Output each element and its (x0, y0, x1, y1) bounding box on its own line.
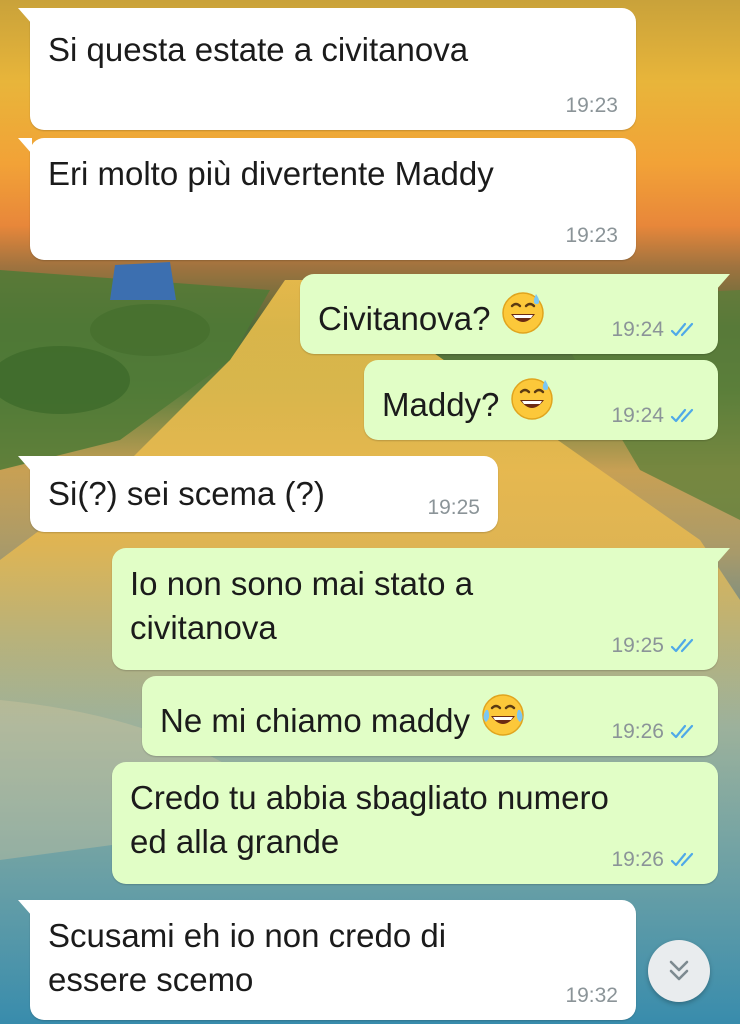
message-line: Si(?) sei scema (?) (48, 475, 325, 512)
read-receipt-icon (670, 408, 694, 423)
message-meta: 19:25 (427, 496, 480, 520)
message-text: Io non sono mai stato a civitanova (130, 562, 473, 650)
read-receipt-icon (670, 638, 694, 653)
message-time: 19:23 (565, 94, 618, 117)
outgoing-message[interactable]: Civitanova? 19:24 (300, 274, 730, 354)
message-text: Scusami eh io non credo di essere scemo (48, 914, 446, 1002)
message-line: Scusami eh io non credo di (48, 917, 447, 954)
message-line: ed alla grande (130, 823, 340, 860)
outgoing-message[interactable]: Credo tu abbia sbagliato numero ed alla g… (112, 762, 718, 884)
message-line: Eri molto più divertente Maddy (48, 155, 494, 192)
message-time: 19:32 (565, 984, 618, 1007)
message-text: Eri molto più divertente Maddy (48, 152, 494, 196)
read-receipt-icon (670, 852, 694, 867)
message-line: Credo tu abbia sbagliato numero (130, 779, 609, 816)
message-meta: 19:24 (611, 404, 700, 428)
message-text: Si questa estate a civitanova (48, 28, 468, 72)
message-meta: 19:25 (611, 634, 700, 658)
double-chevron-down-icon (669, 960, 689, 981)
incoming-message[interactable]: Eri molto più divertente Maddy 19:23 (18, 138, 636, 260)
message-text: Maddy? (382, 376, 555, 427)
message-time: 19:23 (565, 224, 618, 247)
message-text: Civitanova? (318, 290, 546, 341)
outgoing-message[interactable]: Io non sono mai stato a civitanova 19:25 (112, 548, 730, 670)
message-line: Maddy? (382, 386, 500, 423)
message-time: 19:26 (611, 848, 664, 871)
message-time: 19:25 (427, 496, 480, 519)
message-line: Si questa estate a civitanova (48, 31, 469, 68)
grinning-sweat-emoji (502, 292, 545, 334)
incoming-message[interactable]: Si(?) sei scema (?) 19:25 (18, 456, 498, 532)
incoming-message[interactable]: Scusami eh io non credo di essere scemo 19… (18, 900, 636, 1020)
incoming-message[interactable]: Si questa estate a civitanova 19:23 (18, 8, 636, 130)
outgoing-message[interactable]: Ne mi chiamo maddy 19:26 (142, 676, 718, 756)
message-line: essere scemo (48, 961, 254, 998)
tears-of-joy-emoji (482, 694, 524, 736)
scroll-to-bottom-button[interactable] (648, 940, 710, 1002)
outgoing-message[interactable]: Maddy? 19:24 (364, 360, 718, 440)
message-time: 19:24 (611, 404, 664, 427)
message-time: 19:25 (611, 634, 664, 657)
message-line: Civitanova? (318, 300, 491, 337)
message-meta: 19:26 (611, 848, 700, 872)
message-meta: 19:23 (565, 224, 618, 248)
message-line: civitanova (130, 609, 277, 646)
message-text: Ne mi chiamo maddy (160, 692, 526, 743)
message-meta: 19:24 (611, 318, 700, 342)
message-meta: 19:23 (565, 94, 618, 118)
message-meta: 19:26 (611, 720, 700, 744)
message-meta: 19:32 (565, 984, 618, 1008)
message-time: 19:26 (611, 720, 664, 743)
message-text: Si(?) sei scema (?) (48, 472, 325, 516)
message-text: Credo tu abbia sbagliato numero ed alla g… (130, 776, 609, 864)
read-receipt-icon (670, 322, 694, 337)
grinning-sweat-emoji (511, 378, 554, 420)
read-receipt-icon (670, 724, 694, 739)
message-line: Ne mi chiamo maddy (160, 702, 470, 739)
message-time: 19:24 (611, 318, 664, 341)
message-line: Io non sono mai stato a (130, 565, 474, 602)
